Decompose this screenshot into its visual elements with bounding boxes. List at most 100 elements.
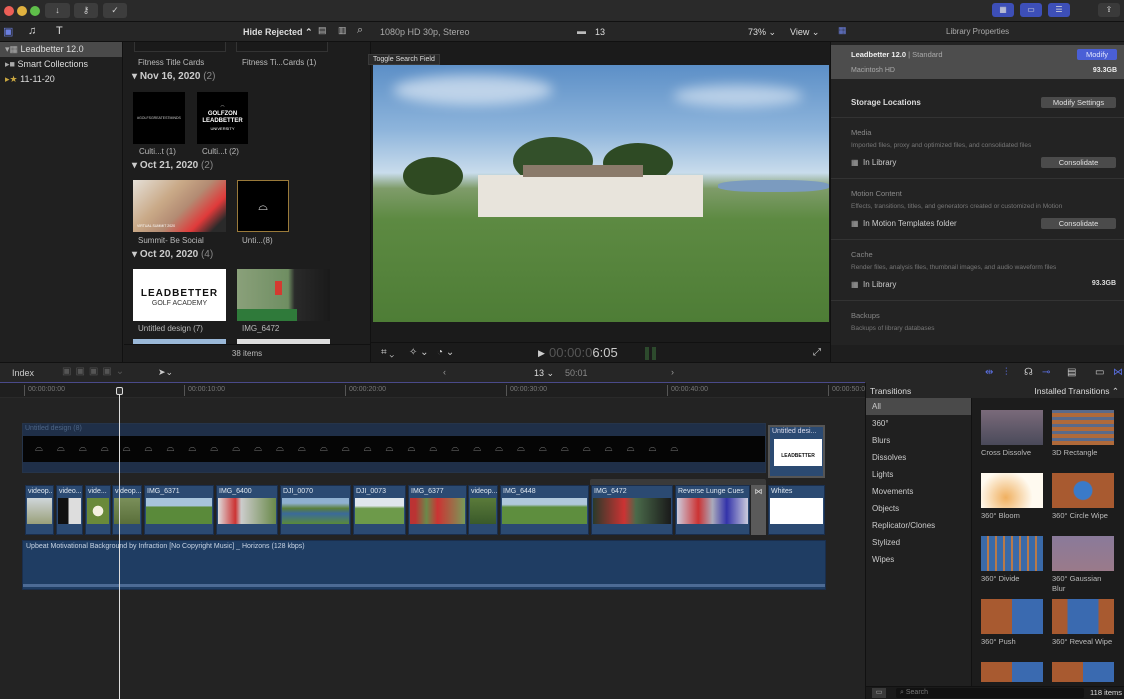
index-button[interactable]: Index (12, 368, 34, 378)
event-item[interactable]: ▸★ 11-11-20 (0, 72, 122, 87)
transition-item[interactable]: 360° Circle Wipe (1052, 473, 1116, 521)
video-clip[interactable]: DJI_0070 (280, 485, 351, 535)
transition-item[interactable] (1052, 662, 1116, 682)
transition-category[interactable]: Wipes (866, 551, 971, 568)
library-item[interactable]: ▾▦ Leadbetter 12.0 (0, 42, 122, 57)
transitions-browser-icon[interactable]: ⋈ (1113, 367, 1123, 378)
video-clip[interactable]: DJI_0073 (353, 485, 406, 535)
video-clip[interactable]: IMG_6400 (216, 485, 278, 535)
transition-item[interactable]: 360° Reveal Wipe (1052, 599, 1116, 647)
transition-category[interactable]: Lights (866, 466, 971, 483)
titles-generators-icon[interactable]: T (56, 25, 63, 37)
retime-icon[interactable]: ◔ ⌄ (437, 347, 454, 358)
fullscreen-icon[interactable]: ⤢ (813, 347, 821, 358)
transition-category[interactable]: Movements (866, 483, 971, 500)
libraries-icon[interactable]: ▣ (3, 25, 13, 38)
inspector-layout-button[interactable]: ☰ (1048, 3, 1070, 17)
video-preview[interactable] (373, 65, 829, 322)
transition-marker[interactable]: ⋈ (751, 485, 766, 535)
transition-item[interactable]: 360° Divide (981, 536, 1045, 584)
clip-thumbnail[interactable] (134, 42, 226, 52)
video-clip[interactable]: video... (56, 485, 83, 535)
transition-category[interactable]: Blurs (866, 432, 971, 449)
transition-category[interactable]: Dissolves (866, 449, 971, 466)
modify-settings-button[interactable]: Modify Settings (1041, 97, 1116, 108)
search-icon[interactable]: ⌕ (357, 24, 363, 37)
share-button[interactable]: ⇪ (1098, 3, 1120, 17)
video-clip[interactable]: IMG_6448 (500, 485, 589, 535)
modify-button[interactable]: Modify (1077, 49, 1117, 60)
video-clip[interactable]: vide... (85, 485, 111, 535)
enhance-wand-icon[interactable]: ✧ ⌄ (409, 347, 429, 358)
headphones-icon[interactable]: ☊ (1024, 367, 1033, 378)
audio-skimming-icon[interactable]: ⫶ (1005, 367, 1008, 378)
play-icon[interactable]: ▶ (538, 348, 545, 359)
zoom-dropdown[interactable]: 73% ⌄ (748, 27, 776, 38)
edit-buttons-icon[interactable]: ▣▣▣▣⌄ (62, 366, 128, 377)
transitions-search-input[interactable]: ⌕ Search (896, 688, 1084, 698)
clip-thumbnail[interactable]: ⌒ GOLFZON LEADBETTER UNIVERSITY (197, 92, 248, 144)
video-clip[interactable]: IMG_6472 (591, 485, 673, 535)
list-view-icon[interactable]: ▤ (318, 25, 327, 36)
event-date-header[interactable]: ▾ Oct 20, 2020 (4) (132, 249, 213, 260)
video-clip[interactable]: Reverse Lunge Cues (675, 485, 750, 535)
background-tasks-button[interactable]: ✓ (103, 3, 127, 18)
smart-collections-item[interactable]: ▸■ Smart Collections (0, 57, 122, 72)
title-clip[interactable]: Untitled design (8) ⌓⌓⌓⌓⌓⌓⌓⌓⌓⌓⌓⌓⌓⌓⌓⌓⌓⌓⌓⌓… (22, 423, 766, 473)
clip-appearance-icon[interactable]: ▤ (1067, 367, 1076, 378)
view-dropdown[interactable]: View ⌄ (790, 27, 819, 38)
keywords-button[interactable]: ⚷ (74, 3, 98, 18)
timecode-display[interactable]: 00:00:06:05 (549, 345, 618, 360)
clip-thumbnail[interactable]: #GOLFSGREATESTMINDS (133, 92, 185, 144)
clip-thumbnail[interactable] (237, 269, 330, 321)
filter-dropdown[interactable]: Hide Rejected ⌃ (243, 27, 313, 38)
zoom-window-button[interactable] (30, 6, 40, 16)
clip-thumbnail[interactable]: VIRTUAL SUMMIT 2020 (133, 180, 226, 232)
transition-item[interactable]: 360° Gaussian Blur (1052, 536, 1116, 594)
video-clip[interactable]: videop... (25, 485, 54, 535)
skimming-icon[interactable]: ⇹ (985, 367, 993, 378)
minimize-window-button[interactable] (17, 6, 27, 16)
transition-category[interactable]: All (866, 398, 971, 415)
playhead-handle[interactable] (116, 387, 123, 395)
clip-thumbnail[interactable]: ⌓ (237, 180, 289, 232)
transition-item[interactable]: 360° Push (981, 599, 1045, 647)
forward-arrow-icon[interactable]: › (671, 367, 674, 377)
transition-item[interactable]: Cross Dissolve (981, 410, 1045, 458)
transition-category[interactable]: Objects (866, 500, 971, 517)
audio-clip[interactable]: Upbeat Motivational Background by Infrac… (22, 540, 826, 590)
import-button[interactable]: ↓ (45, 3, 70, 18)
video-clip[interactable]: videop... (468, 485, 498, 535)
event-date-header[interactable]: ▾ Oct 21, 2020 (2) (132, 160, 213, 171)
event-date-header[interactable]: ▾ Nov 16, 2020 (2) (132, 71, 215, 82)
transition-item[interactable]: 3D Rectangle (1052, 410, 1116, 458)
consolidate-motion-button[interactable]: Consolidate (1041, 218, 1116, 229)
project-dropdown[interactable]: 13 ⌄ (534, 368, 554, 379)
installed-transitions-dropdown[interactable]: Installed Transitions ⌃ (1034, 386, 1119, 397)
timeline-ruler[interactable]: 00:00:00:00 00:00:10:00 00:00:20:00 00:00:3… (0, 383, 865, 398)
title-clip-2[interactable]: Untitled desi... LEADBETTER (768, 425, 825, 478)
photos-audio-icon[interactable]: ♫ (28, 25, 36, 37)
close-window-button[interactable] (4, 6, 14, 16)
effects-browser-icon[interactable]: ▭ (1095, 367, 1104, 378)
filmstrip-icon[interactable]: ▥ (338, 25, 347, 36)
transition-category[interactable]: 360° (866, 415, 971, 432)
transform-icon[interactable]: ⌗ ⌄ (381, 347, 394, 358)
select-tool-icon[interactable]: ➤⌄ (158, 367, 173, 378)
video-clip[interactable]: IMG_6371 (144, 485, 214, 535)
transition-item[interactable]: 360° Bloom (981, 473, 1045, 521)
consolidate-media-button[interactable]: Consolidate (1041, 157, 1116, 168)
transition-item[interactable] (981, 662, 1045, 682)
back-arrow-icon[interactable]: ‹ (443, 367, 446, 377)
transition-category[interactable]: Stylized (866, 534, 971, 551)
video-clip[interactable]: Whites (768, 485, 825, 535)
clip-thumbnail[interactable]: LEADBETTER GOLF ACADEMY (133, 269, 226, 321)
video-clip[interactable]: videop... (112, 485, 142, 535)
transition-category[interactable]: Replicator/Clones (866, 517, 971, 534)
sidebar-toggle-icon[interactable]: ▭ (872, 688, 886, 698)
timeline-layout-button[interactable]: ▭ (1020, 3, 1042, 17)
clip-thumbnail[interactable] (236, 42, 328, 52)
snapping-icon[interactable]: ⊸ (1042, 367, 1050, 378)
video-clip[interactable]: IMG_6377 (408, 485, 467, 535)
browser-layout-button[interactable]: ▦ (992, 3, 1014, 17)
